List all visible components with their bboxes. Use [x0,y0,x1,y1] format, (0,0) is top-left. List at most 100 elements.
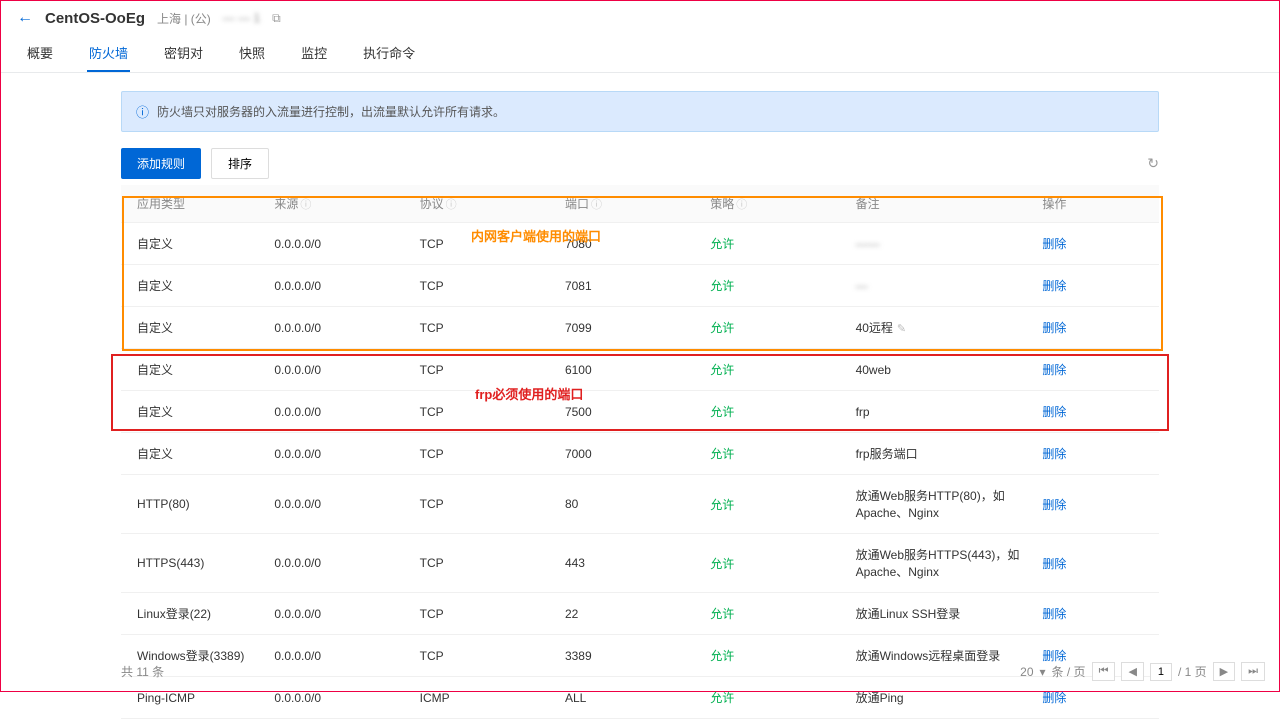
delete-link[interactable]: 删除 [1042,498,1066,512]
cell-op: 删除 [1034,307,1159,349]
delete-link[interactable]: 删除 [1042,557,1066,571]
tab-firewall[interactable]: 防火墙 [87,35,130,72]
cell-app: 自定义 [121,433,266,475]
paginator: 20▾ 条 / 页 ⏮ ◀ / 1 页 ▶ ⏭ [1020,662,1265,681]
status-allow: 允许 [710,279,734,293]
add-rule-button[interactable]: 添加规则 [121,148,201,179]
help-icon[interactable]: ⓘ [736,199,747,211]
cell-op: 删除 [1034,265,1159,307]
help-icon[interactable]: ⓘ [446,199,457,211]
delete-link[interactable]: 删除 [1042,405,1066,419]
toolbar: 添加规则 排序 ↻ [121,148,1159,179]
cell-op: 删除 [1034,475,1159,534]
cell-proto: TCP [412,349,557,391]
delete-link[interactable]: 删除 [1042,447,1066,461]
cell-port: 7080 [557,223,702,265]
cell-app: Linux登录(22) [121,593,266,635]
status-allow: 允许 [710,321,734,335]
cell-app: 自定义 [121,265,266,307]
cell-op: 删除 [1034,433,1159,475]
page-header: ← CentOS-OoEg 上海 | (公) — — 1 ⧉ [1,1,1279,35]
cell-remark: —— [848,223,1035,265]
cell-app: 自定义 [121,223,266,265]
help-icon[interactable]: ⓘ [300,199,311,211]
col-app: 应用类型 [121,185,266,223]
delete-link[interactable]: 删除 [1042,321,1066,335]
cell-app: 自定义 [121,307,266,349]
cell-src: 0.0.0.0/0 [266,475,411,534]
table-row: 自定义0.0.0.0/0TCP7500允许frp删除 [121,391,1159,433]
cell-proto: TCP [412,391,557,433]
cell-proto: TCP [412,475,557,534]
page-next-icon[interactable]: ▶ [1213,662,1235,681]
cell-policy: 允许 [702,349,847,391]
status-allow: 允许 [710,607,734,621]
tab-keypair[interactable]: 密钥对 [162,35,205,72]
status-allow: 允许 [710,557,734,571]
notice-text: 防火墙只对服务器的入流量进行控制，出流量默认允许所有请求。 [157,103,505,120]
cell-proto: TCP [412,265,557,307]
cell-policy: 允许 [702,391,847,433]
tab-bar: 概要 防火墙 密钥对 快照 监控 执行命令 [1,35,1279,73]
info-icon: ⓘ [136,102,149,121]
tab-command[interactable]: 执行命令 [361,35,417,72]
cell-app: 自定义 [121,349,266,391]
status-allow: 允许 [710,363,734,377]
cell-op: 删除 [1034,349,1159,391]
page-prev-icon[interactable]: ◀ [1121,662,1143,681]
cell-src: 0.0.0.0/0 [266,223,411,265]
tab-overview[interactable]: 概要 [25,35,55,72]
page-input[interactable] [1150,663,1172,681]
col-policy: 策略ⓘ [702,185,847,223]
delete-link[interactable]: 删除 [1042,279,1066,293]
table-row: 自定义0.0.0.0/0TCP7081允许—删除 [121,265,1159,307]
sort-button[interactable]: 排序 [211,148,269,179]
cell-remark: frp服务端口 [848,433,1035,475]
edit-icon[interactable]: ✎ [897,323,906,335]
cell-policy: 允许 [702,433,847,475]
table-row: 自定义0.0.0.0/0TCP6100允许40web删除 [121,349,1159,391]
col-port: 端口ⓘ [557,185,702,223]
cell-src: 0.0.0.0/0 [266,534,411,593]
table-footer: 共 11 条 20▾ 条 / 页 ⏮ ◀ / 1 页 ▶ ⏭ [121,652,1265,691]
delete-link[interactable]: 删除 [1042,607,1066,621]
instance-title: CentOS-OoEg [45,10,145,27]
cell-proto: TCP [412,534,557,593]
delete-link[interactable]: 删除 [1042,237,1066,251]
cell-policy: 允许 [702,223,847,265]
delete-link[interactable]: 删除 [1042,691,1066,705]
cell-remark: frp [848,391,1035,433]
cell-src: 0.0.0.0/0 [266,349,411,391]
page-size[interactable]: 20 [1020,665,1033,679]
page-total: / 1 页 [1178,663,1207,680]
delete-link[interactable]: 删除 [1042,363,1066,377]
cell-proto: TCP [412,593,557,635]
tab-snapshot[interactable]: 快照 [237,35,267,72]
cell-remark: — [848,265,1035,307]
notice-bar: ⓘ 防火墙只对服务器的入流量进行控制，出流量默认允许所有请求。 [121,91,1159,132]
col-op: 操作 [1034,185,1159,223]
copy-icon[interactable]: ⧉ [272,11,281,26]
cell-remark: 40远程✎ [848,307,1035,349]
back-icon[interactable]: ← [17,9,33,27]
tab-monitor[interactable]: 监控 [299,35,329,72]
cell-remark: 放通Web服务HTTP(80)，如Apache、Nginx [848,475,1035,534]
cell-proto: TCP [412,223,557,265]
cell-remark: 放通Linux SSH登录 [848,593,1035,635]
cell-app: 自定义 [121,391,266,433]
cell-policy: 允许 [702,593,847,635]
refresh-icon[interactable]: ↻ [1147,155,1159,172]
cell-port: 80 [557,475,702,534]
table-row: 自定义0.0.0.0/0TCP7099允许40远程✎删除 [121,307,1159,349]
page-last-icon[interactable]: ⏭ [1241,662,1265,681]
table-row: 自定义0.0.0.0/0TCP7000允许frp服务端口删除 [121,433,1159,475]
cell-policy: 允许 [702,307,847,349]
cell-src: 0.0.0.0/0 [266,391,411,433]
page-size-label: 条 / 页 [1052,663,1086,680]
cell-port: 6100 [557,349,702,391]
page-first-icon[interactable]: ⏮ [1092,662,1116,681]
help-icon[interactable]: ⓘ [591,199,602,211]
cell-src: 0.0.0.0/0 [266,593,411,635]
cell-policy: 允许 [702,534,847,593]
cell-port: 443 [557,534,702,593]
